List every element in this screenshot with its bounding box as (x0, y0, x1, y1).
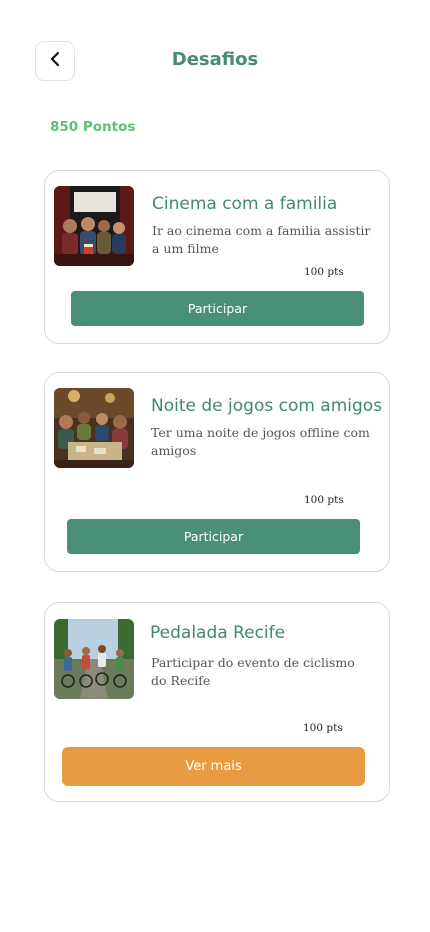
participate-button[interactable]: Participar (67, 519, 360, 554)
challenge-title: Noite de jogos com amigos (151, 396, 383, 416)
challenge-card: Noite de jogos com amigos Ter uma noite … (44, 372, 390, 572)
family-cinema-photo (54, 186, 134, 266)
see-more-button[interactable]: Ver mais (62, 747, 365, 786)
challenge-description: Ir ao cinema com a familia assistir a um… (152, 223, 371, 256)
challenge-card: Cinema com a familia Ir ao cinema com a … (44, 170, 390, 344)
challenge-description: Participar do evento de ciclismo do Reci… (151, 655, 355, 688)
challenge-points: 100 pts (304, 266, 344, 278)
points-balance: 850 Pontos (50, 119, 136, 135)
cycling-group-photo (54, 619, 134, 699)
challenge-title: Cinema com a familia (152, 194, 338, 214)
challenge-points: 100 pts (304, 494, 344, 506)
challenge-description: Ter uma noite de jogos offline com amigo… (151, 425, 370, 458)
challenge-title: Pedalada Recife (150, 623, 286, 643)
participate-button[interactable]: Participar (71, 291, 364, 326)
board-game-night-photo (54, 388, 134, 468)
challenge-points: 100 pts (303, 722, 343, 734)
page-title: Desafios (171, 49, 259, 70)
challenge-card: Pedalada Recife Participar do evento de … (44, 602, 390, 802)
